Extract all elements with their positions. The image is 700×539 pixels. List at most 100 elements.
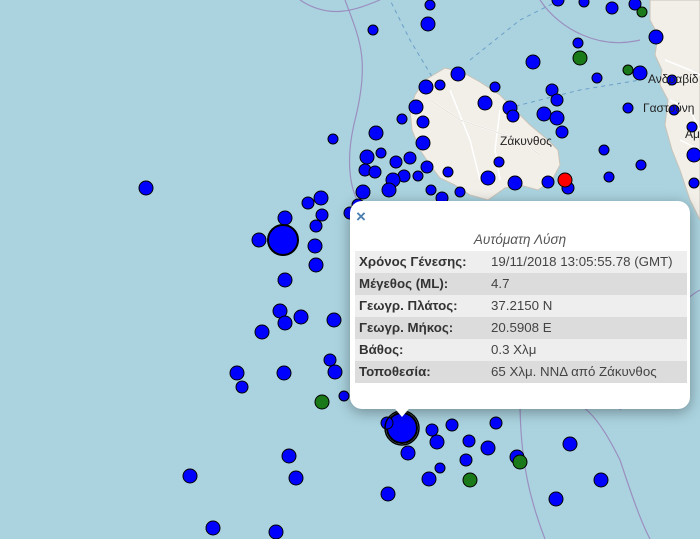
earthquake-marker[interactable] bbox=[636, 6, 648, 18]
earthquake-marker[interactable] bbox=[425, 423, 439, 437]
earthquake-marker[interactable] bbox=[276, 365, 292, 381]
earthquake-marker[interactable] bbox=[235, 380, 249, 394]
earthquake-marker[interactable] bbox=[598, 144, 610, 156]
earthquake-marker[interactable] bbox=[415, 135, 431, 151]
earthquake-marker[interactable] bbox=[313, 190, 329, 206]
earthquake-marker[interactable] bbox=[648, 29, 664, 45]
earthquake-marker[interactable] bbox=[462, 434, 476, 448]
earthquake-marker[interactable] bbox=[323, 353, 337, 367]
earthquake-marker[interactable] bbox=[591, 72, 603, 84]
earthquake-marker[interactable] bbox=[301, 196, 315, 210]
earthquake-marker[interactable] bbox=[375, 147, 387, 159]
earthquake-marker[interactable] bbox=[314, 394, 330, 410]
earthquake-marker[interactable] bbox=[420, 160, 434, 174]
earthquake-marker[interactable] bbox=[251, 232, 267, 248]
earthquake-marker[interactable] bbox=[555, 125, 569, 139]
earthquake-marker[interactable] bbox=[434, 462, 446, 474]
earthquake-marker[interactable] bbox=[578, 0, 590, 8]
earthquake-marker[interactable] bbox=[338, 390, 350, 402]
earthquake-marker[interactable] bbox=[307, 238, 323, 254]
earthquake-marker[interactable] bbox=[268, 524, 284, 539]
earthquake-marker[interactable] bbox=[425, 184, 437, 196]
earthquake-marker[interactable] bbox=[315, 208, 329, 222]
earthquake-marker[interactable] bbox=[572, 50, 588, 66]
earthquake-marker[interactable] bbox=[605, 1, 619, 15]
earthquake-marker[interactable] bbox=[548, 491, 564, 507]
earthquake-marker[interactable] bbox=[525, 54, 541, 70]
earthquake-marker[interactable] bbox=[549, 110, 565, 126]
earthquake-marker[interactable] bbox=[429, 434, 445, 450]
earthquake-marker[interactable] bbox=[489, 416, 503, 430]
earthquake-marker[interactable] bbox=[603, 171, 615, 183]
earthquake-marker[interactable] bbox=[403, 151, 417, 165]
earthquake-marker[interactable] bbox=[416, 115, 430, 129]
earthquake-marker[interactable] bbox=[229, 365, 245, 381]
earthquake-marker[interactable] bbox=[421, 471, 437, 487]
earthquake-marker[interactable] bbox=[381, 182, 397, 198]
earthquake-marker[interactable] bbox=[507, 175, 523, 191]
earthquake-marker[interactable] bbox=[635, 159, 647, 171]
earthquake-marker[interactable] bbox=[293, 309, 309, 325]
earthquake-marker[interactable] bbox=[512, 454, 528, 470]
earthquake-marker[interactable] bbox=[434, 79, 446, 91]
earthquake-marker[interactable] bbox=[622, 64, 634, 76]
earthquake-marker[interactable] bbox=[327, 364, 343, 380]
earthquake-marker[interactable] bbox=[493, 156, 505, 168]
close-icon[interactable]: × bbox=[356, 207, 366, 227]
earthquake-marker[interactable] bbox=[359, 149, 375, 165]
earthquake-marker[interactable] bbox=[424, 0, 436, 11]
earthquake-marker[interactable] bbox=[593, 472, 609, 488]
earthquake-marker[interactable] bbox=[368, 125, 384, 141]
boundary-line bbox=[539, 0, 641, 44]
earthquake-marker[interactable] bbox=[400, 445, 416, 461]
earthquake-marker[interactable] bbox=[386, 412, 418, 444]
earthquake-marker[interactable] bbox=[277, 315, 293, 331]
earthquake-marker[interactable] bbox=[408, 99, 424, 115]
earthquake-marker[interactable] bbox=[622, 102, 634, 114]
earthquake-marker[interactable] bbox=[462, 472, 478, 488]
earthquake-marker[interactable] bbox=[288, 470, 304, 486]
earthquake-marker[interactable] bbox=[277, 210, 293, 226]
earthquake-marker[interactable] bbox=[367, 24, 379, 36]
earthquake-marker[interactable] bbox=[454, 186, 466, 198]
earthquake-marker[interactable] bbox=[450, 66, 466, 82]
earthquake-marker[interactable] bbox=[420, 16, 436, 32]
earthquake-marker[interactable] bbox=[327, 133, 339, 145]
earthquake-marker[interactable] bbox=[368, 165, 382, 179]
earthquake-marker[interactable] bbox=[632, 65, 648, 81]
earthquake-marker[interactable] bbox=[182, 468, 198, 484]
earthquake-marker[interactable] bbox=[355, 184, 371, 200]
earthquake-marker[interactable] bbox=[506, 109, 520, 123]
earthquake-marker[interactable] bbox=[562, 436, 578, 452]
earthquake-marker[interactable] bbox=[326, 312, 342, 328]
latest-earthquake-marker[interactable] bbox=[557, 172, 573, 188]
earthquake-marker[interactable] bbox=[389, 155, 403, 169]
earthquake-marker[interactable] bbox=[541, 175, 555, 189]
earthquake-marker[interactable] bbox=[480, 170, 496, 186]
earthquake-marker[interactable] bbox=[688, 177, 700, 189]
earthquake-marker[interactable] bbox=[550, 93, 564, 107]
earthquake-marker[interactable] bbox=[380, 486, 396, 502]
info-value: 0.3 Χλμ bbox=[491, 342, 537, 357]
earthquake-marker[interactable] bbox=[267, 224, 299, 256]
earthquake-marker[interactable] bbox=[445, 418, 459, 432]
earthquake-marker[interactable] bbox=[412, 170, 424, 182]
earthquake-marker[interactable] bbox=[281, 448, 297, 464]
earthquake-marker[interactable] bbox=[254, 324, 270, 340]
earthquake-marker[interactable] bbox=[205, 520, 221, 536]
earthquake-marker[interactable] bbox=[308, 257, 324, 273]
earthquake-marker[interactable] bbox=[418, 79, 434, 95]
earthquake-marker[interactable] bbox=[489, 81, 501, 93]
earthquake-marker[interactable] bbox=[536, 106, 552, 122]
earthquake-marker[interactable] bbox=[277, 272, 293, 288]
earthquake-marker[interactable] bbox=[686, 147, 700, 163]
earthquake-marker[interactable] bbox=[396, 113, 408, 125]
earthquake-marker[interactable] bbox=[477, 95, 493, 111]
earthquake-marker[interactable] bbox=[459, 453, 473, 467]
earthquake-marker[interactable] bbox=[138, 180, 154, 196]
earthquake-marker[interactable] bbox=[551, 0, 565, 7]
earthquake-marker[interactable] bbox=[442, 166, 454, 178]
earthquake-marker[interactable] bbox=[309, 219, 323, 233]
earthquake-marker[interactable] bbox=[572, 37, 584, 49]
earthquake-marker[interactable] bbox=[480, 440, 496, 456]
